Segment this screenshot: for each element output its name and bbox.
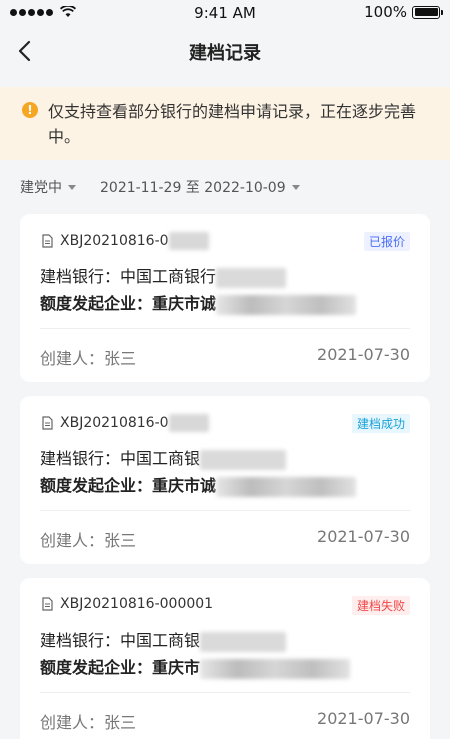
enterprise-value: 重庆市 — [152, 658, 201, 677]
battery-percent: 100% — [364, 3, 407, 21]
record-code: XBJ20210816-0 — [60, 415, 169, 431]
record-code: XBJ20210816-000001 — [60, 596, 214, 612]
record-card[interactable]: XBJ20210816-0 建档成功 建档银行：中国工商银 额度发起企业：重庆市… — [20, 396, 430, 564]
document-icon — [42, 234, 53, 248]
battery-icon — [412, 5, 443, 19]
creator-label: 创建人：张三 — [40, 531, 137, 550]
divider — [40, 510, 410, 511]
date-range-label: 2021-11-29 至 2022-10-09 — [100, 180, 286, 196]
date-range-filter[interactable]: 2021-11-29 至 2022-10-09 — [100, 177, 300, 197]
redacted-block — [200, 658, 351, 679]
nav-bar: 建档记录 — [0, 26, 450, 78]
enterprise-value: 重庆市诚 — [152, 476, 217, 495]
bank-line: 建档银行：中国工商银 — [40, 445, 287, 470]
document-icon — [42, 416, 53, 430]
record-date: 2021-07-30 — [317, 709, 410, 728]
status-badge: 已报价 — [363, 232, 410, 251]
enterprise-label: 额度发起企业： — [40, 658, 153, 677]
bank-label: 建档银行： — [40, 449, 121, 468]
divider — [40, 328, 410, 329]
warning-icon: ! — [22, 102, 38, 118]
bank-label: 建档银行： — [40, 267, 121, 286]
record-card[interactable]: XBJ20210816-0 已报价 建档银行：中国工商银行 额度发起企业：重庆市… — [20, 214, 430, 382]
record-date: 2021-07-30 — [317, 345, 410, 364]
bank-label: 建档银行： — [40, 631, 121, 650]
document-icon — [42, 597, 53, 611]
notice-banner: ! 仅支持查看部分银行的建档申请记录，正在逐步完善中。 — [0, 87, 450, 160]
status-filter[interactable]: 建党中 — [20, 177, 76, 197]
enterprise-label: 额度发起企业： — [40, 294, 153, 313]
redacted-block — [200, 631, 287, 652]
caret-down-icon — [68, 184, 76, 190]
enterprise-line: 额度发起企业：重庆市诚 — [40, 472, 357, 497]
bank-line: 建档银行：中国工商银 — [40, 627, 287, 652]
bank-line: 建档银行：中国工商银行 — [40, 263, 287, 288]
redacted-block — [168, 232, 209, 250]
divider — [40, 692, 410, 693]
status-badge: 建档成功 — [351, 414, 410, 433]
notice-text: 仅支持查看部分银行的建档申请记录，正在逐步完善中。 — [48, 102, 417, 146]
status-bar: 9:41 AM 100% — [0, 0, 450, 26]
redacted-block — [168, 414, 209, 432]
status-filter-label: 建党中 — [20, 180, 62, 196]
enterprise-line: 额度发起企业：重庆市诚 — [40, 290, 357, 315]
redacted-block — [216, 267, 287, 288]
enterprise-label: 额度发起企业： — [40, 476, 153, 495]
redacted-block — [216, 294, 357, 315]
record-card[interactable]: XBJ20210816-000001 建档失败 建档银行：中国工商银 额度发起企… — [20, 578, 430, 739]
record-date: 2021-07-30 — [317, 527, 410, 546]
redacted-block — [216, 476, 357, 497]
status-badge: 建档失败 — [351, 596, 410, 615]
enterprise-value: 重庆市诚 — [152, 294, 217, 313]
record-code: XBJ20210816-0 — [60, 233, 169, 249]
bank-value: 中国工商银 — [120, 631, 201, 650]
caret-down-icon — [291, 184, 300, 190]
page-title: 建档记录 — [189, 43, 261, 64]
creator-label: 创建人：张三 — [40, 713, 137, 732]
enterprise-line: 额度发起企业：重庆市 — [40, 654, 351, 679]
bank-value: 中国工商银 — [120, 449, 201, 468]
filter-bar: 建党中 2021-11-29 至 2022-10-09 — [20, 176, 300, 198]
battery-indicator: 100% — [364, 3, 443, 21]
creator-label: 创建人：张三 — [40, 349, 137, 368]
redacted-block — [200, 449, 287, 470]
bank-value: 中国工商银行 — [120, 267, 217, 286]
